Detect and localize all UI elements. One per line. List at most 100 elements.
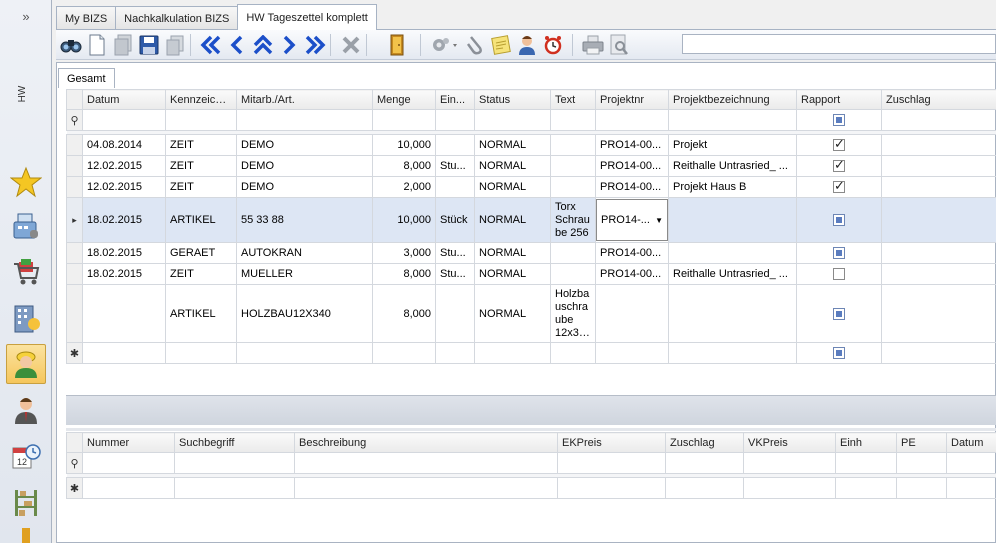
cell-mitarb[interactable]: 55 33 88 [236,197,373,243]
column-header-nummer[interactable]: Nummer [82,432,175,453]
cell-projektbezeichnung[interactable]: Projekt Haus B [668,176,797,198]
table-row[interactable]: 04.08.2014 ZEIT DEMO 10,000 NORMAL PRO14… [66,134,996,156]
table-row[interactable]: 18.02.2015 ZEIT MUELLER 8,000 Stu... NOR… [66,263,996,285]
cell-einheit[interactable]: Stu... [435,155,475,177]
rapport-checkbox[interactable] [833,214,845,227]
cell-projektnr[interactable]: PRO14-00... [595,263,669,285]
cell-datum[interactable]: 04.08.2014 [82,134,166,156]
save-button[interactable] [136,33,162,57]
cell-zuschlag[interactable] [881,242,996,264]
cell-rapport[interactable] [796,284,882,343]
filter-cell[interactable] [165,109,237,131]
filter-cell[interactable] [82,109,166,131]
cell-kennzeichen[interactable]: ZEIT [165,263,237,285]
cell-mitarb[interactable]: HOLZBAU12X340 [236,284,373,343]
cell-menge[interactable]: 8,000 [372,284,436,343]
cell-einheit[interactable] [435,134,475,156]
column-header-einh[interactable]: Einh [835,432,897,453]
cell-projektnr[interactable] [595,284,669,343]
rapport-checkbox[interactable] [833,307,845,320]
cell-zuschlag[interactable] [881,176,996,198]
rapport-checkbox[interactable] [833,347,845,360]
cell-zuschlag[interactable] [881,284,996,343]
attachment-button[interactable] [462,33,488,57]
print-preview-button[interactable] [606,33,632,57]
cell-projektnr[interactable]: PRO14-00... [595,176,669,198]
table-row[interactable]: 12.02.2015 ZEIT DEMO 2,000 NORMAL PRO14-… [66,176,996,198]
column-header-zuschlag[interactable]: Zuschlag [665,432,744,453]
rapport-filter-checkbox[interactable] [833,114,845,127]
filter-cell[interactable] [474,109,551,131]
cell-projektnr[interactable]: PRO14-00... [595,242,669,264]
cell-rapport[interactable] [796,263,882,285]
filter-cell[interactable] [372,109,436,131]
cell-rapport[interactable] [796,197,882,243]
cell-kennzeichen[interactable]: GERAET [165,242,237,264]
filter-cell[interactable] [435,109,475,131]
toolbar-search-input[interactable] [682,34,996,54]
next-record-button[interactable] [276,33,302,57]
cell-kennzeichen[interactable]: ZEIT [165,176,237,198]
cell-menge[interactable]: 3,000 [372,242,436,264]
duplicate-button[interactable] [162,33,188,57]
cell-rapport[interactable] [796,242,882,264]
cell-status[interactable]: NORMAL [474,242,551,264]
cell-status[interactable]: NORMAL [474,197,551,243]
cell-rapport[interactable] [796,134,882,156]
column-header-text[interactable]: Text [550,89,596,110]
employee-button[interactable] [6,390,46,430]
cell-datum[interactable]: 18.02.2015 [82,242,166,264]
settings-dropdown-button[interactable] [428,33,462,57]
cell-kennzeichen[interactable]: ZEIT [165,134,237,156]
cell-datum[interactable]: 12.02.2015 [82,155,166,177]
column-header-datum[interactable]: Datum [946,432,996,453]
shopping-cart-button[interactable] [6,252,46,292]
column-header-menge[interactable]: Menge [372,89,436,110]
collapse-sidebar-button[interactable]: » [0,0,52,32]
table-row[interactable]: 18.02.2015 GERAET AUTOKRAN 3,000 Stu... … [66,242,996,264]
cell-text[interactable] [550,263,596,285]
cell-projektbezeichnung[interactable]: Reithalle Untrasried_ ... [668,155,797,177]
cell-projektbezeichnung[interactable]: Reithalle Untrasried_ ... [668,263,797,285]
column-header-suchbegriff[interactable]: Suchbegriff [174,432,295,453]
cell-status[interactable]: NORMAL [474,155,551,177]
cell-mitarb[interactable]: DEMO [236,134,373,156]
cell-text[interactable]: Holzba uschra ube 12x340 [550,284,596,343]
warehouse-button[interactable] [6,482,46,522]
cell-menge[interactable]: 8,000 [372,263,436,285]
column-header-projektbezeichnung[interactable]: Projektbezeichnung [668,89,797,110]
filter-cell[interactable] [236,109,373,131]
cell-mitarb[interactable]: MUELLER [236,263,373,285]
column-header-beschreibung[interactable]: Beschreibung [294,432,558,453]
cell-mitarb[interactable]: DEMO [236,155,373,177]
filter-cell[interactable] [796,109,882,131]
column-header-vkpreis[interactable]: VKPreis [743,432,836,453]
filter-cell[interactable] [668,109,797,131]
cell-kennzeichen[interactable]: ARTIKEL [165,197,237,243]
favorites-star-button[interactable] [6,162,46,202]
cell-rapport[interactable] [796,176,882,198]
cell-text[interactable] [550,155,596,177]
cell-text[interactable]: Torx Schrau be 256 [550,197,596,243]
cell-datum[interactable]: 18.02.2015 [82,263,166,285]
cell-projektnr-editor[interactable]: PRO14-... ▼ [595,197,669,243]
cell-menge[interactable]: 8,000 [372,155,436,177]
cell-rapport[interactable] [796,155,882,177]
copy-record-button[interactable] [110,33,136,57]
cell-mitarb[interactable]: AUTOKRAN [236,242,373,264]
column-header-einheit[interactable]: Ein... [435,89,475,110]
cell-status[interactable]: NORMAL [474,176,551,198]
print-button[interactable] [580,33,606,57]
new-record-button[interactable] [84,33,110,57]
rapport-checkbox[interactable] [833,157,845,173]
first-record-button[interactable] [198,33,224,57]
cell-text[interactable] [550,134,596,156]
cell-status[interactable]: NORMAL [474,263,551,285]
cell-status[interactable]: NORMAL [474,284,551,343]
tab-hw-tageszettel-komplett[interactable]: HW Tageszettel komplett [237,4,377,30]
cell-projektbezeichnung[interactable] [668,242,797,264]
table-row-selected[interactable]: ▸ 18.02.2015 ARTIKEL 55 33 88 10,000 Stü… [66,197,996,243]
new-row[interactable]: ✱ [66,342,996,364]
cell-einheit[interactable]: Stück [435,197,475,243]
filter-cell[interactable] [595,109,669,131]
